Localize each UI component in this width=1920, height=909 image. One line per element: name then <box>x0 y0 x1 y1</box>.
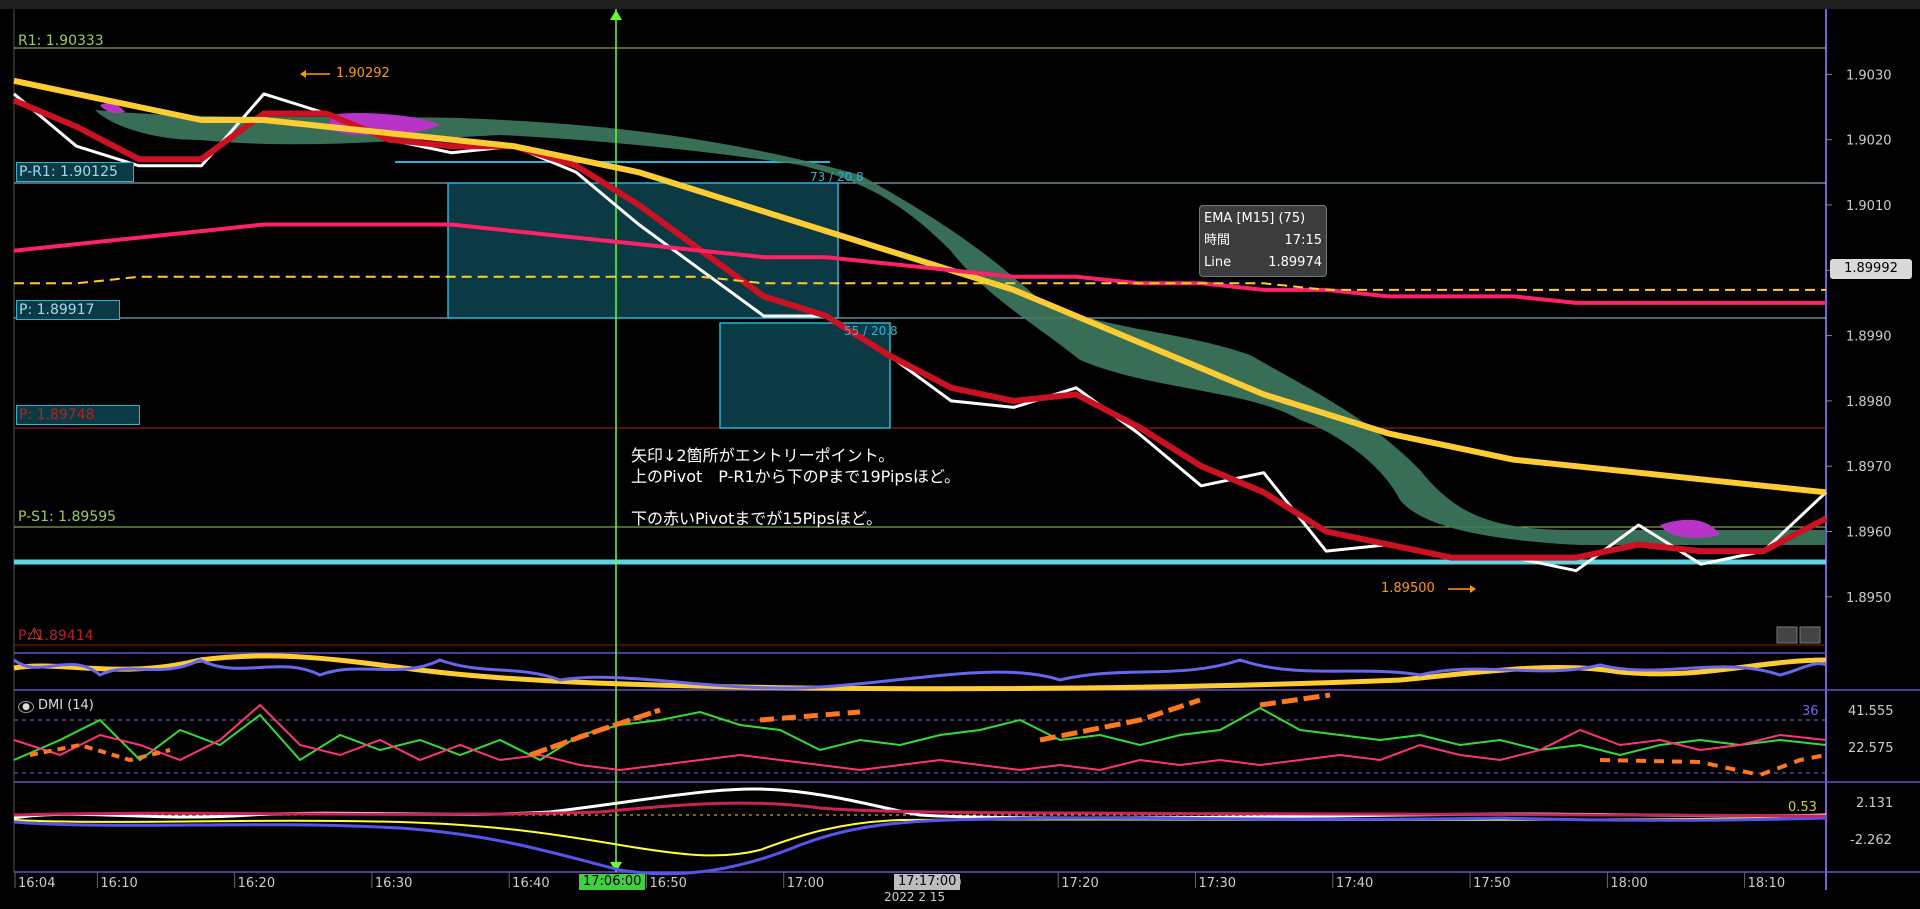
y-tick-label: 1.8990 <box>1846 330 1892 345</box>
x-tick-label: 17:40 <box>1336 876 1373 891</box>
low-price-label: 1.89500 <box>1381 581 1435 596</box>
note-line-3: 下の赤いPivotまでが15Pipsほど。 <box>631 509 883 528</box>
x-tick-label: 17:00 <box>787 876 824 891</box>
pivot-pr1-label: P-R1: 1.90125 <box>16 162 134 182</box>
dmi-low-label: 22.575 <box>1848 741 1894 756</box>
x-tick-label: 16:40 <box>512 876 549 891</box>
pivot-p-label: P: 1.89917 <box>16 300 120 320</box>
tooltip-time-label: 時間 <box>1204 233 1231 248</box>
cursor-time-tag: 17:06:00 <box>579 874 646 890</box>
y-tick-label: 1.8980 <box>1846 395 1892 410</box>
x-tick-label: 16:30 <box>375 876 412 891</box>
x-tick-label: 16:20 <box>238 876 275 891</box>
pivot-p-red-label: P: 1.89748 <box>16 405 140 425</box>
warning-icon[interactable]: ⚠ <box>27 624 41 643</box>
x-tick-label: 17:50 <box>1473 876 1510 891</box>
date-label: 2022 2 15 <box>884 890 946 904</box>
y-tick-label: 1.8950 <box>1846 591 1892 606</box>
tooltip-line-value: 1.89974 <box>1268 255 1322 270</box>
dmi-level-label: 36 <box>1802 704 1819 719</box>
dmi-label: ● DMI (14) <box>18 698 94 713</box>
note-text: 矢印↓2箇所がエントリーポイント。 上のPivot P-R1から下のPまで19P… <box>631 445 960 529</box>
high-price-label: 1.90292 <box>336 66 390 81</box>
mid-time-tag: 17:17:00 <box>894 874 961 890</box>
x-tick-label: 18:00 <box>1610 876 1647 891</box>
pivot-r1-label: R1: 1.90333 <box>18 33 104 49</box>
tooltip-time-row: 時間 17:15 <box>1204 230 1322 252</box>
tooltip-line-label: Line <box>1204 255 1232 270</box>
dmi-high-label: 41.555 <box>1848 704 1894 719</box>
pivot-ps1-label: P-S1: 1.89595 <box>18 509 117 525</box>
eye-icon[interactable]: ● <box>18 701 34 713</box>
box1-label: 73 / 20.8 <box>810 170 864 184</box>
box2-label: 55 / 20.8 <box>844 324 898 338</box>
tooltip-title-row: EMA [M15] (75) <box>1204 208 1322 230</box>
y-tick-label: 1.9010 <box>1846 199 1892 214</box>
x-tick-label: 16:04 <box>18 876 55 891</box>
x-tick-label: 17:20 <box>1061 876 1098 891</box>
osc-high-label: 2.131 <box>1856 796 1894 811</box>
ema-tooltip: EMA [M15] (75) 時間 17:15 Line 1.89974 <box>1199 205 1327 277</box>
x-tick-label: 16:10 <box>100 876 137 891</box>
current-price-tag: 1.89992 <box>1830 259 1912 279</box>
tooltip-title: EMA [M15] (75) <box>1204 211 1306 226</box>
x-tick-label: 17:30 <box>1199 876 1236 891</box>
y-tick-label: 1.8970 <box>1846 460 1892 475</box>
y-tick-label: 1.9020 <box>1846 134 1892 149</box>
entry-box-1 <box>447 182 839 319</box>
osc-low-label: -2.262 <box>1850 833 1892 848</box>
dmi-label-text: DMI (14) <box>38 698 94 713</box>
y-tick-label: 1.8960 <box>1846 526 1892 541</box>
y-tick-label: 1.9030 <box>1846 68 1892 83</box>
note-line-1: 矢印↓2箇所がエントリーポイント。 <box>631 446 895 465</box>
x-tick-label: 16:50 <box>649 876 686 891</box>
note-line-2: 上のPivot P-R1から下のPまで19Pipsほど。 <box>631 467 961 486</box>
x-tick-label: 18:10 <box>1748 876 1785 891</box>
tooltip-time-value: 17:15 <box>1284 233 1322 248</box>
tooltip-line-row: Line 1.89974 <box>1204 252 1322 274</box>
osc-level-label: 0.53 <box>1788 800 1817 815</box>
